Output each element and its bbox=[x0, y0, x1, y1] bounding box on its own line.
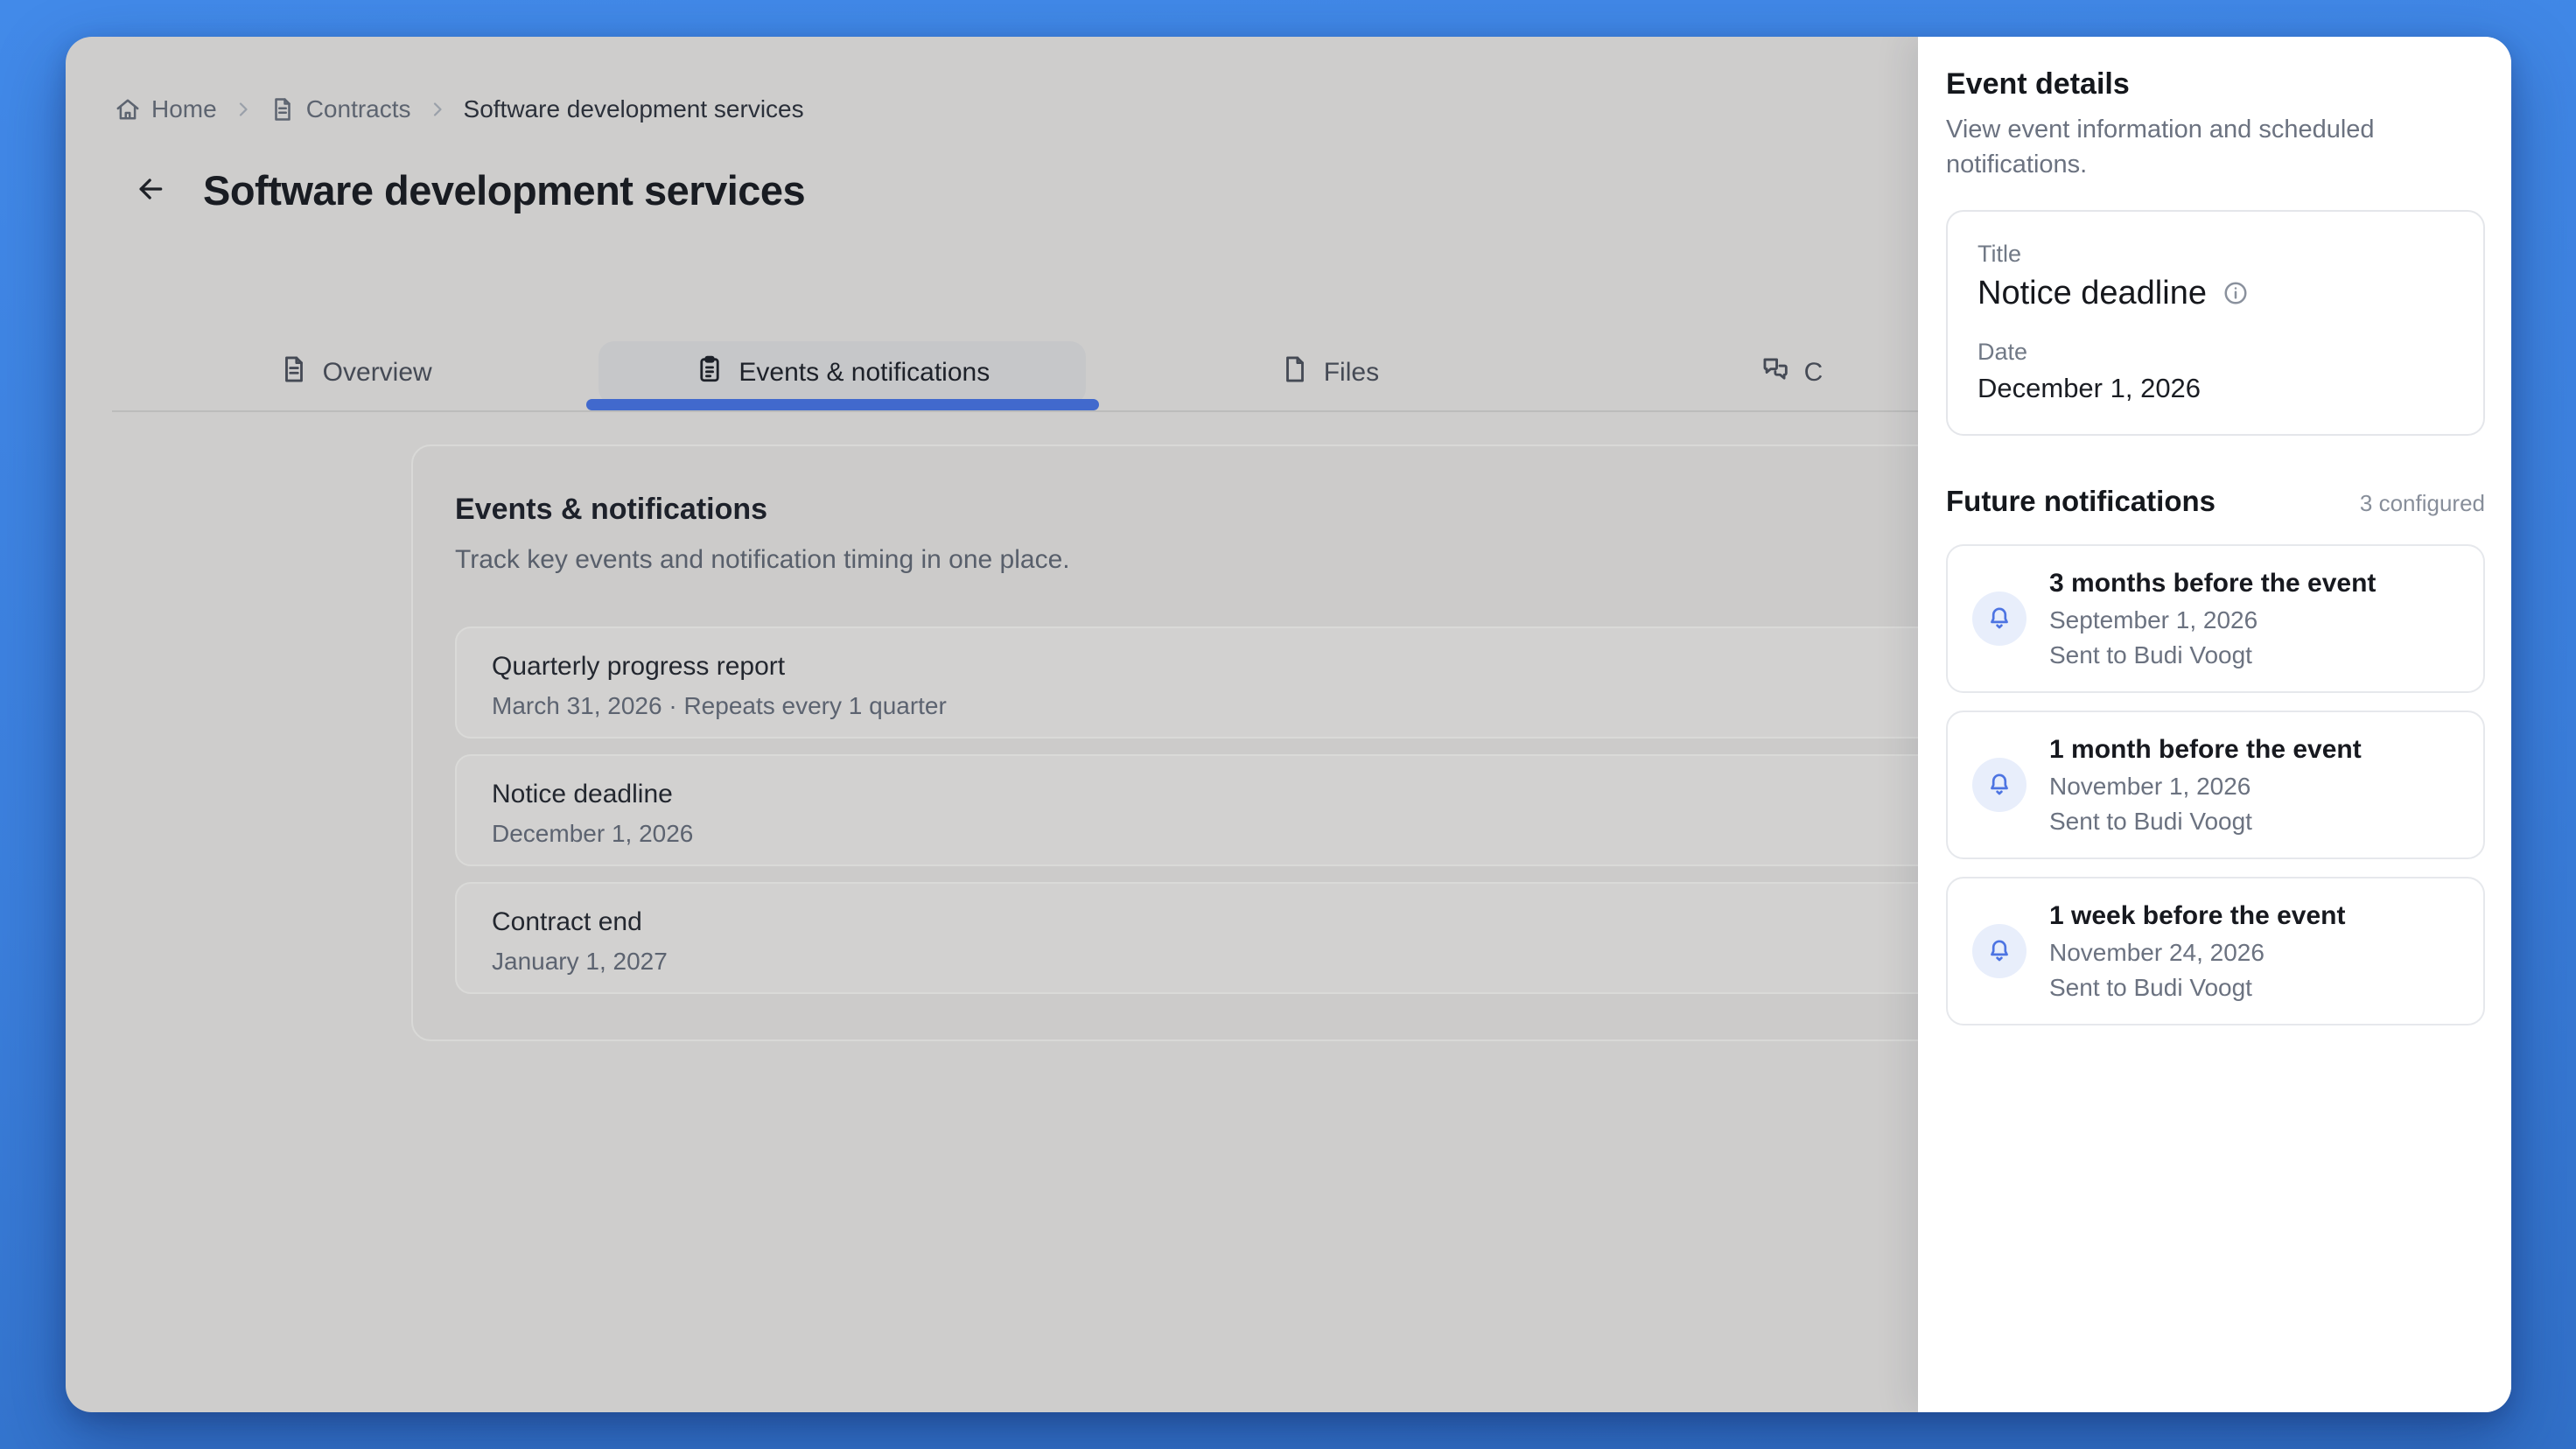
future-notifications-header: Future notifications 3 configured bbox=[1946, 483, 2485, 520]
notification-card-3-months: 3 months before the event September 1, 2… bbox=[1946, 544, 2485, 693]
notification-card-1-month: 1 month before the event November 1, 202… bbox=[1946, 710, 2485, 859]
notification-text: 1 month before the event November 1, 202… bbox=[2049, 734, 2362, 836]
chevron-right-icon bbox=[233, 99, 254, 120]
breadcrumb: Home Contracts Software development serv… bbox=[115, 95, 804, 123]
arrow-left-icon bbox=[133, 172, 168, 209]
notifications-count-badge: 3 configured bbox=[2360, 490, 2485, 517]
tab-files-label: Files bbox=[1324, 358, 1379, 388]
bell-icon bbox=[1972, 924, 2026, 978]
tab-events-notifications[interactable]: Events & notifications bbox=[598, 335, 1086, 410]
tab-files[interactable]: Files bbox=[1086, 335, 1572, 410]
back-button[interactable] bbox=[130, 170, 172, 212]
info-icon[interactable] bbox=[2222, 280, 2249, 306]
tab-overview[interactable]: Overview bbox=[112, 335, 598, 410]
title-field-label: Title bbox=[1978, 240, 2454, 268]
breadcrumb-contracts[interactable]: Contracts bbox=[270, 95, 411, 123]
tab-comments-label: C bbox=[1804, 358, 1824, 388]
notification-card-1-week: 1 week before the event November 24, 202… bbox=[1946, 877, 2485, 1026]
document-icon bbox=[270, 96, 296, 122]
bell-icon bbox=[1972, 592, 2026, 646]
chat-bubbles-icon bbox=[1760, 354, 1790, 391]
tab-overview-label: Overview bbox=[323, 358, 432, 388]
event-details-panel: Event details View event information and… bbox=[1918, 37, 2511, 1412]
notification-list: 3 months before the event September 1, 2… bbox=[1946, 544, 2485, 1026]
page-header: Software development services bbox=[130, 166, 805, 214]
event-detail-card: Title Notice deadline Date December 1, 2… bbox=[1946, 210, 2485, 436]
tab-events-notifications-label: Events & notifications bbox=[738, 358, 990, 388]
clipboard-icon bbox=[695, 354, 724, 391]
home-icon bbox=[115, 96, 141, 122]
page-title: Software development services bbox=[203, 166, 805, 214]
date-field-value: December 1, 2026 bbox=[1978, 371, 2454, 406]
date-field-label: Date bbox=[1978, 338, 2454, 366]
breadcrumb-contracts-label: Contracts bbox=[306, 95, 411, 123]
future-notifications-heading: Future notifications bbox=[1946, 483, 2216, 520]
tab-bar: Overview Events & notifications Files bbox=[112, 335, 2226, 412]
panel-subtitle: View event information and scheduled not… bbox=[1946, 112, 2445, 182]
notification-text: 3 months before the event September 1, 2… bbox=[2049, 568, 2376, 670]
notification-text: 1 week before the event November 24, 202… bbox=[2049, 900, 2345, 1003]
file-icon bbox=[1280, 354, 1310, 391]
breadcrumb-home[interactable]: Home bbox=[115, 95, 217, 123]
title-field-value: Notice deadline bbox=[1978, 273, 2454, 313]
breadcrumb-home-label: Home bbox=[151, 95, 217, 123]
file-text-icon bbox=[279, 354, 309, 391]
panel-title: Event details bbox=[1946, 65, 2485, 103]
chevron-right-icon bbox=[427, 99, 448, 120]
bell-icon bbox=[1972, 758, 2026, 812]
breadcrumb-current-page: Software development services bbox=[464, 95, 804, 123]
app-window: Home Contracts Software development serv… bbox=[66, 37, 2511, 1412]
